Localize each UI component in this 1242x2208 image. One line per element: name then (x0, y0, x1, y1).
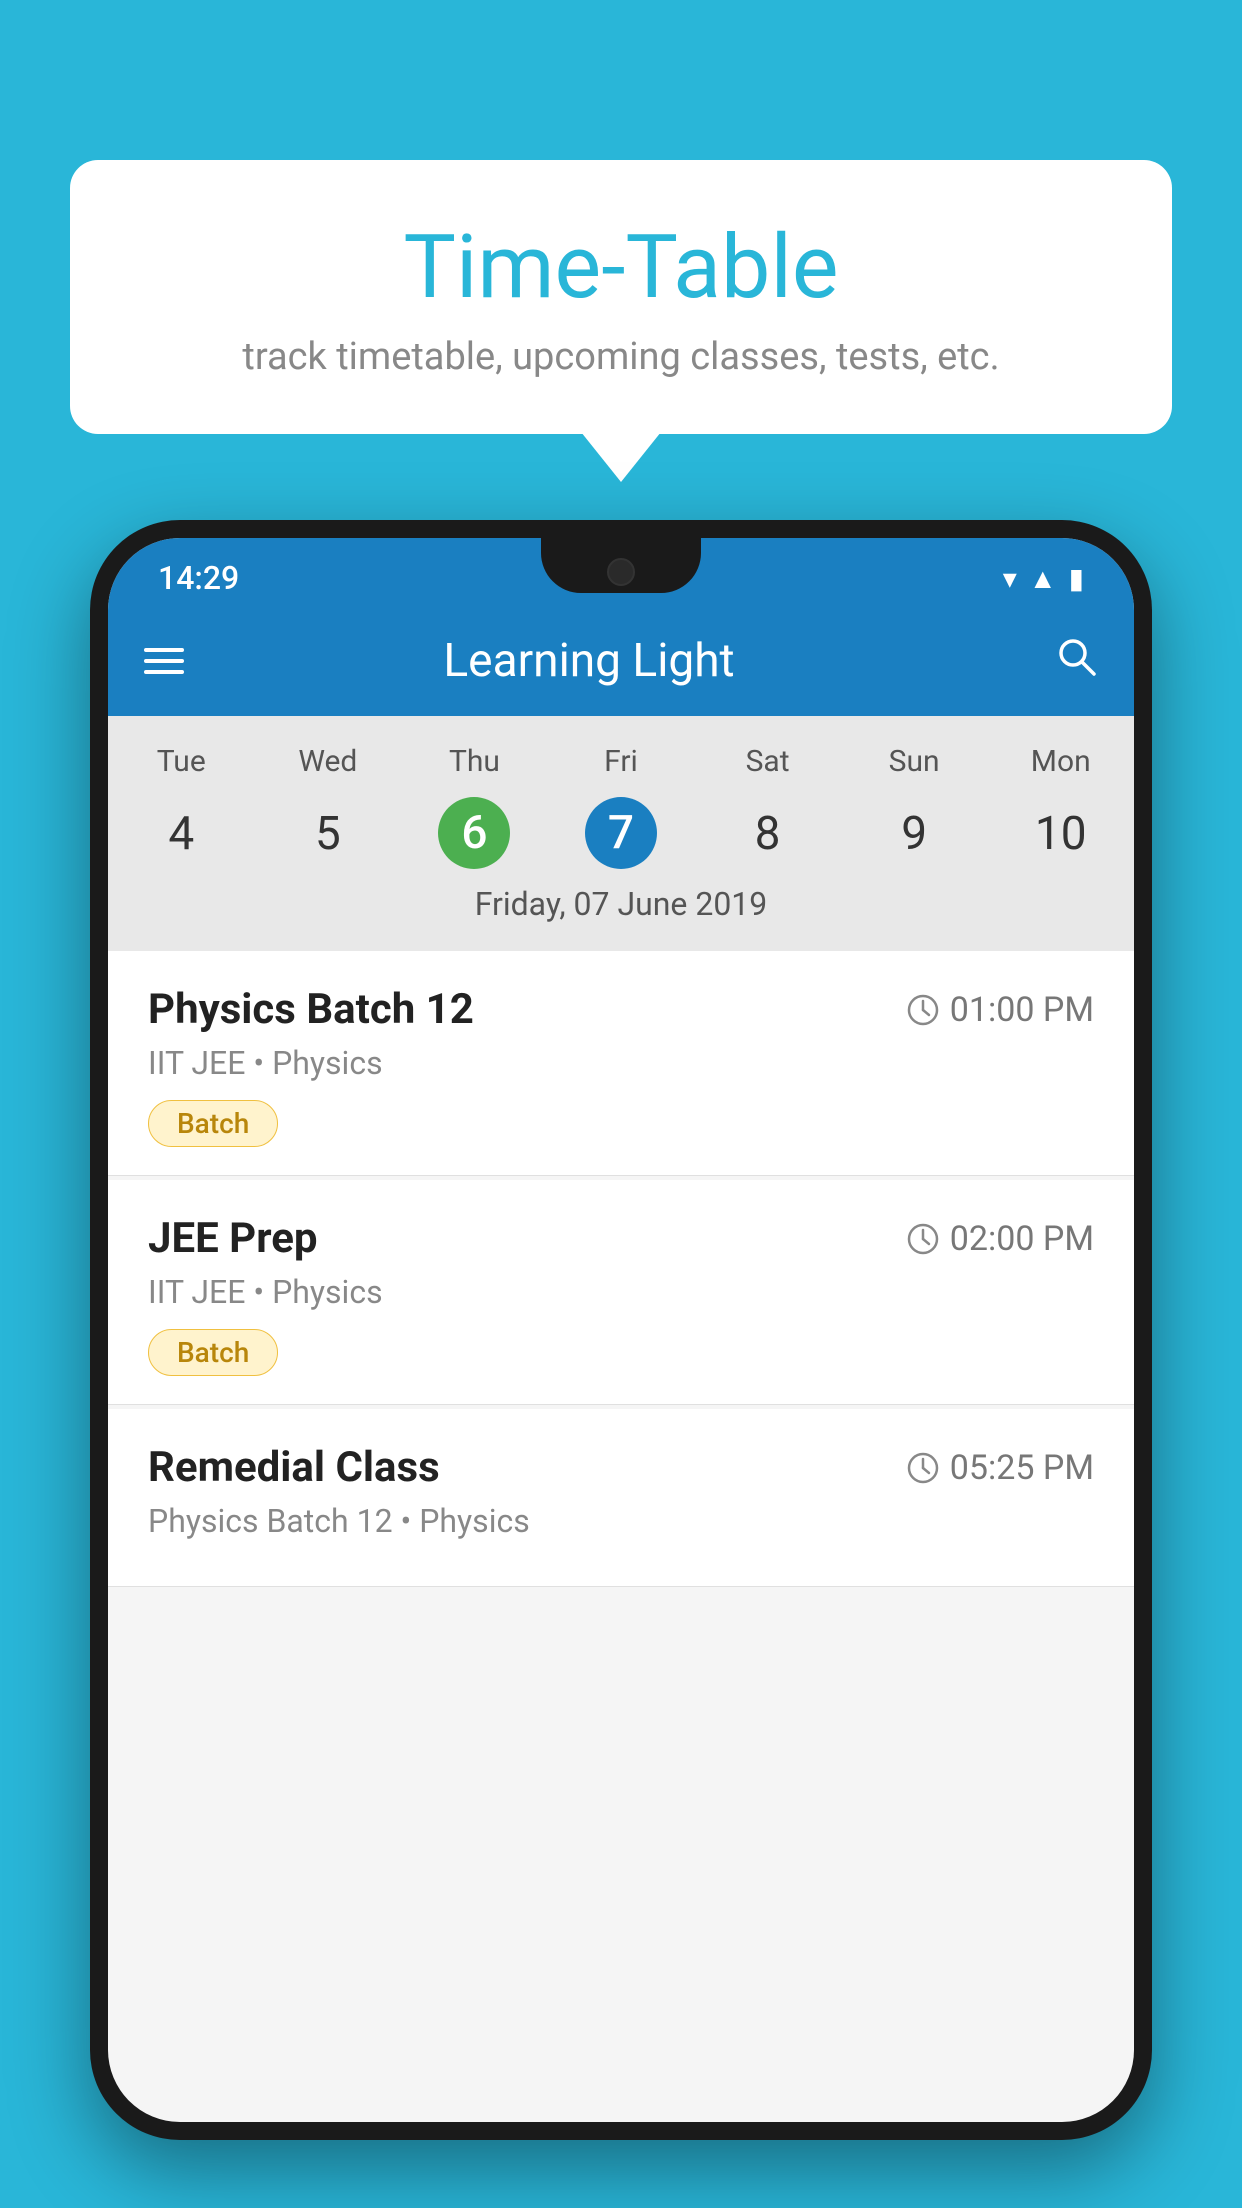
clock-icon-2 (906, 1222, 940, 1256)
schedule-time-2: 02:00 PM (906, 1219, 1094, 1259)
schedule-subtitle-1: IIT JEE • Physics (148, 1044, 1094, 1082)
schedule-subtitle-2: IIT JEE • Physics (148, 1273, 1094, 1311)
battery-icon: ▮ (1069, 562, 1084, 595)
day-header-tue: Tue (108, 736, 255, 787)
schedule-time-3: 05:25 PM (906, 1448, 1094, 1488)
batch-badge-1: Batch (148, 1100, 278, 1147)
day-header-sun: Sun (841, 736, 988, 787)
schedule-item-jee-prep[interactable]: JEE Prep 02:00 PM IIT JEE • Physics (108, 1180, 1134, 1405)
wifi-icon: ▾ (1003, 562, 1017, 595)
schedule-title-2: JEE Prep (148, 1214, 318, 1263)
day-headers: Tue Wed Thu Fri Sat Sun Mon (108, 736, 1134, 787)
batch-badge-2: Batch (148, 1329, 278, 1376)
schedule-time-1: 01:00 PM (906, 990, 1094, 1030)
schedule-subtitle-3: Physics Batch 12 • Physics (148, 1502, 1094, 1540)
day-header-mon: Mon (987, 736, 1134, 787)
day-header-thu: Thu (401, 736, 548, 787)
status-time: 14:29 (158, 559, 239, 597)
bubble-title: Time-Table (130, 220, 1112, 317)
schedule-item-header-3: Remedial Class 05:25 PM (148, 1443, 1094, 1492)
clock-icon-3 (906, 1451, 940, 1485)
calendar-strip: Tue Wed Thu Fri Sat Sun Mon 4 5 6 7 8 (108, 716, 1134, 951)
phone-wrapper: 14:29 ▾ ▲ ▮ Learning Light (90, 520, 1152, 2208)
day-8[interactable]: 8 (694, 797, 841, 871)
speech-bubble: Time-Table track timetable, upcoming cla… (70, 160, 1172, 434)
schedule-item-physics-batch[interactable]: Physics Batch 12 01:00 PM IIT JEE • Ph (108, 951, 1134, 1176)
schedule-list: Physics Batch 12 01:00 PM IIT JEE • Ph (108, 951, 1134, 2122)
schedule-title-3: Remedial Class (148, 1443, 440, 1492)
schedule-title-1: Physics Batch 12 (148, 985, 474, 1034)
day-6-today[interactable]: 6 (438, 797, 510, 869)
speech-bubble-section: Time-Table track timetable, upcoming cla… (70, 160, 1172, 434)
toolbar-title: Learning Light (154, 634, 1024, 688)
phone-content: 14:29 ▾ ▲ ▮ Learning Light (108, 538, 1134, 2122)
day-header-fri: Fri (548, 736, 695, 787)
search-icon[interactable] (1054, 634, 1098, 689)
selected-date-label: Friday, 07 June 2019 (108, 885, 1134, 941)
status-icons: ▾ ▲ ▮ (1003, 562, 1084, 595)
day-header-wed: Wed (255, 736, 402, 787)
app-toolbar: Learning Light (108, 606, 1134, 716)
clock-icon-1 (906, 993, 940, 1027)
phone-screen: 14:29 ▾ ▲ ▮ Learning Light (108, 538, 1134, 2122)
day-5[interactable]: 5 (255, 797, 402, 871)
schedule-item-header-1: Physics Batch 12 01:00 PM (148, 985, 1094, 1034)
day-header-sat: Sat (694, 736, 841, 787)
signal-icon: ▲ (1029, 562, 1057, 595)
schedule-item-remedial[interactable]: Remedial Class 05:25 PM Physics Batch (108, 1409, 1134, 1587)
phone-outer: 14:29 ▾ ▲ ▮ Learning Light (90, 520, 1152, 2140)
schedule-item-header-2: JEE Prep 02:00 PM (148, 1214, 1094, 1263)
day-4[interactable]: 4 (108, 797, 255, 871)
phone-notch (541, 538, 701, 593)
phone-camera (607, 558, 635, 586)
day-9[interactable]: 9 (841, 797, 988, 871)
day-7-selected[interactable]: 7 (585, 797, 657, 869)
day-numbers: 4 5 6 7 8 9 10 (108, 797, 1134, 871)
day-10[interactable]: 10 (987, 797, 1134, 871)
bubble-subtitle: track timetable, upcoming classes, tests… (130, 335, 1112, 379)
